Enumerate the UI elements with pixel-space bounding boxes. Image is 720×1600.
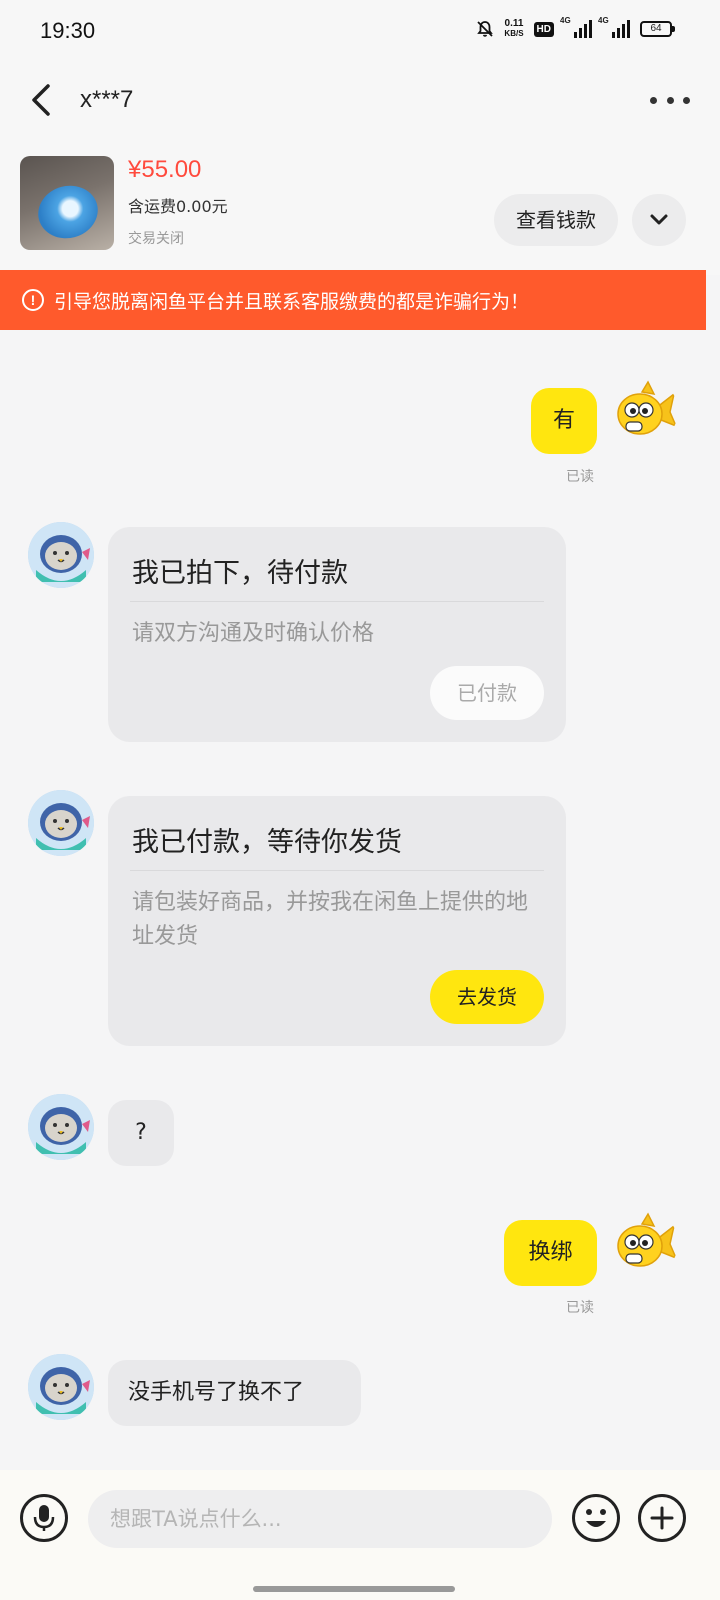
my-avatar[interactable] [612, 1210, 678, 1276]
product-image [32, 179, 104, 245]
my-message-bubble[interactable]: 换绑 [504, 1220, 597, 1286]
voice-button[interactable] [20, 1494, 68, 1542]
more-dot-icon [650, 96, 657, 104]
mute-bell-icon [477, 21, 494, 37]
smiley-icon [586, 1509, 606, 1527]
more-options-button[interactable] [650, 88, 690, 112]
more-dot-icon [683, 96, 690, 104]
net-speed: 0.11 KB/S [504, 19, 523, 39]
microphone-icon [33, 1505, 55, 1531]
card-description: 请包装好商品，并按我在闲鱼上提供的地址发货 [132, 890, 529, 949]
contact-message-bubble[interactable]: ? [108, 1100, 174, 1166]
emoji-button[interactable] [572, 1494, 620, 1542]
fish-avatar-icon [617, 380, 678, 435]
warning-text: 引导您脱离闲鱼平台并且联系客服缴费的都是诈骗行为！ [54, 290, 530, 313]
hd-badge: HD [533, 21, 554, 37]
order-status-card: 我已付款，等待你发货 请包装好商品，并按我在闲鱼上提供的地址发货 去发货 [108, 796, 566, 1046]
contact-avatar[interactable] [28, 1354, 94, 1420]
back-button[interactable] [24, 80, 60, 120]
card-description: 请双方沟通及时确认价格 [132, 621, 375, 646]
chevron-down-icon [650, 214, 668, 225]
signal-type-label-2: 4G [598, 16, 609, 25]
expand-button[interactable] [632, 194, 686, 246]
seal-avatar-icon [28, 1094, 94, 1160]
contact-message-bubble[interactable]: 没手机号了换不了 [108, 1360, 361, 1426]
contact-avatar[interactable] [28, 1094, 94, 1160]
product-thumbnail[interactable] [20, 156, 114, 250]
signal-icon-2: 4G [598, 16, 630, 38]
card-divider [130, 601, 544, 602]
shipping-info: 含运费0.00元 [128, 197, 228, 216]
message-text: 没手机号了换不了 [128, 1380, 305, 1405]
card-divider [130, 870, 544, 871]
contact-avatar[interactable] [28, 522, 94, 588]
card-title: 我已付款，等待你发货 [132, 827, 402, 858]
my-message-bubble[interactable]: 有 [531, 388, 597, 454]
contact-avatar[interactable] [28, 790, 94, 856]
my-avatar[interactable] [612, 378, 678, 444]
ship-button[interactable]: 去发货 [430, 970, 544, 1024]
plus-icon [650, 1506, 674, 1530]
chevron-left-icon [32, 84, 50, 116]
read-receipt: 已读 [566, 1300, 594, 1316]
status-time: 19:30 [40, 18, 96, 43]
battery-icon: 64 [640, 21, 675, 37]
signal-icon: 4G [560, 16, 592, 38]
view-money-button[interactable]: 查看钱款 [494, 194, 618, 246]
signal-type-label: 4G [560, 16, 571, 25]
card-title: 我已拍下，待付款 [132, 558, 348, 589]
status-bar: 19:30 0.11 KB/S HD 4G 4G 64 [0, 0, 720, 62]
home-indicator[interactable] [253, 1586, 455, 1592]
trade-status: 交易关闭 [128, 231, 184, 247]
fish-avatar-icon [617, 1212, 678, 1267]
paid-button[interactable]: 已付款 [430, 666, 544, 720]
more-dot-icon [666, 96, 674, 104]
chat-title: x***7 [80, 86, 134, 113]
fraud-warning-banner: ! 引导您脱离闲鱼平台并且联系客服缴费的都是诈骗行为！ [0, 270, 706, 330]
seal-avatar-icon [28, 522, 94, 588]
status-icons: 0.11 KB/S HD 4G 4G 64 [476, 16, 675, 39]
message-input[interactable]: 想跟TA说点什么... [88, 1490, 552, 1548]
exclamation-icon: ! [22, 289, 44, 311]
order-status-card: 我已拍下，待付款 请双方沟通及时确认价格 已付款 [108, 527, 566, 742]
message-text: 换绑 [528, 1240, 573, 1265]
read-receipt: 已读 [566, 469, 594, 485]
net-speed-value: 0.11 [504, 18, 524, 29]
message-text: 有 [552, 408, 575, 433]
seal-avatar-icon [28, 1354, 94, 1420]
seal-avatar-icon [28, 790, 94, 856]
message-text: ? [135, 1120, 147, 1145]
net-speed-unit: KB/S [504, 29, 524, 38]
product-price: ¥55.00 [128, 156, 202, 183]
add-button[interactable] [638, 1494, 686, 1542]
